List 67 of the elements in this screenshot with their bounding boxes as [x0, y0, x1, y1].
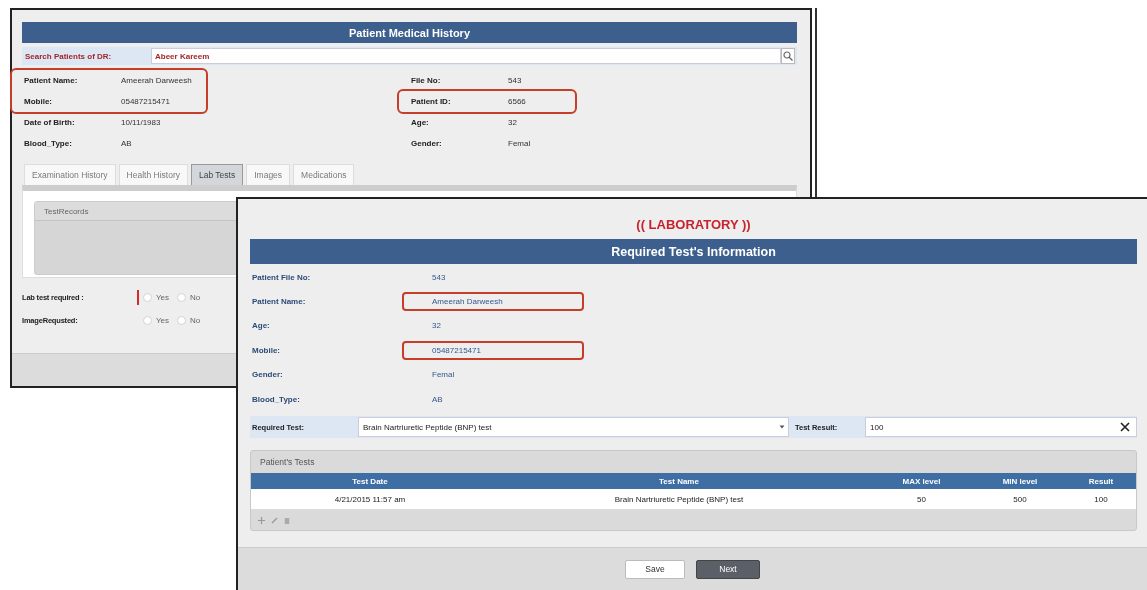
field-value: Ameerah Darweesh [121, 76, 192, 85]
field-label: Age: [411, 118, 430, 127]
result-input-field[interactable]: 100 [865, 417, 1137, 438]
radio-option[interactable]: Yes [143, 316, 170, 325]
save-button[interactable]: Save [625, 559, 685, 579]
field-value: Ameerah Darweesh [402, 292, 584, 312]
column-header: MAX level [901, 476, 942, 486]
column-header: MIN level [1001, 476, 1039, 486]
field-label: Mobile: [251, 345, 281, 355]
table-row[interactable]: 4/21/2015 11:57 am Brain Nartriuretic Peptide (BNP) test 50 500 100 [251, 489, 1136, 511]
field-label: Patient Name: [24, 76, 79, 85]
field-label: Patient ID: [411, 97, 452, 106]
tab[interactable]: Examination History [24, 164, 116, 185]
field-value: 05487215471 [402, 340, 584, 360]
field-value: Femal [508, 139, 531, 148]
section-heading: (( LABORATORY )) [636, 217, 751, 233]
column-header: Result [1087, 476, 1115, 486]
column-header: Test Date [351, 476, 389, 486]
field-label: File No: [411, 76, 442, 85]
radio-option[interactable]: No [177, 316, 201, 325]
field-label: Blood_Type: [251, 394, 301, 404]
trash-icon[interactable] [284, 516, 290, 524]
field-label: Patient Name: [251, 297, 307, 307]
field-label: Blood_Type: [24, 139, 73, 148]
table-cell-text: 4/21/2015 11:57 am [333, 494, 407, 504]
field-value: 10/11/1983 [121, 118, 161, 127]
field-value: 543 [508, 76, 522, 85]
radio-button[interactable] [177, 316, 187, 325]
next-button[interactable]: Next [696, 559, 760, 579]
field-value: Femal [432, 369, 455, 382]
field-value: 05487215471 [121, 97, 170, 106]
field-label: Gender: [411, 139, 443, 148]
test-dropdown[interactable]: Brain Nartriuretic Peptide (BNP) test [358, 417, 789, 438]
grid-title: Patient's Tests [259, 456, 316, 470]
field-label: Patient File No: [251, 272, 312, 282]
tab[interactable]: Medications [293, 164, 355, 185]
radio-button[interactable] [143, 293, 152, 302]
clear-icon[interactable] [1120, 422, 1130, 433]
field-value: AB [432, 393, 443, 406]
pencil-icon[interactable] [271, 516, 278, 524]
field-value: 543 [432, 271, 446, 284]
field-value: 32 [432, 320, 441, 333]
radio-option[interactable]: No [177, 293, 201, 302]
radio-button[interactable] [143, 316, 152, 325]
tab[interactable]: Health History [118, 164, 188, 185]
radio-option[interactable]: Yes [143, 293, 170, 302]
field-value: 32 [508, 118, 517, 127]
field-value: AB [121, 139, 132, 148]
tab[interactable]: Lab Tests [191, 164, 244, 185]
tab[interactable]: Images [246, 164, 291, 185]
caret-icon[interactable] [779, 425, 785, 430]
field-value: 6566 [508, 97, 526, 106]
table-cell-text: 50 [916, 494, 927, 504]
window-title: Required Test's Information [250, 239, 1137, 264]
search-field[interactable]: Abeer Kareem [151, 48, 781, 64]
window-title: Patient Medical History [22, 22, 797, 43]
table-cell-text: Brain Nartriuretic Peptide (BNP) test [613, 494, 745, 504]
field-label: Gender: [251, 370, 284, 380]
table-cell-text: 500 [1012, 494, 1028, 504]
table-cell-text: 100 [1093, 494, 1109, 504]
field-label: Age: [251, 321, 271, 331]
column-header: Test Name [658, 476, 700, 486]
field-label: Date of Birth: [24, 118, 76, 127]
field-label: Mobile: [24, 97, 53, 106]
search-label: Search Patients of DR: [24, 51, 113, 61]
radio-button[interactable] [177, 293, 187, 302]
plus-icon[interactable] [258, 516, 265, 524]
